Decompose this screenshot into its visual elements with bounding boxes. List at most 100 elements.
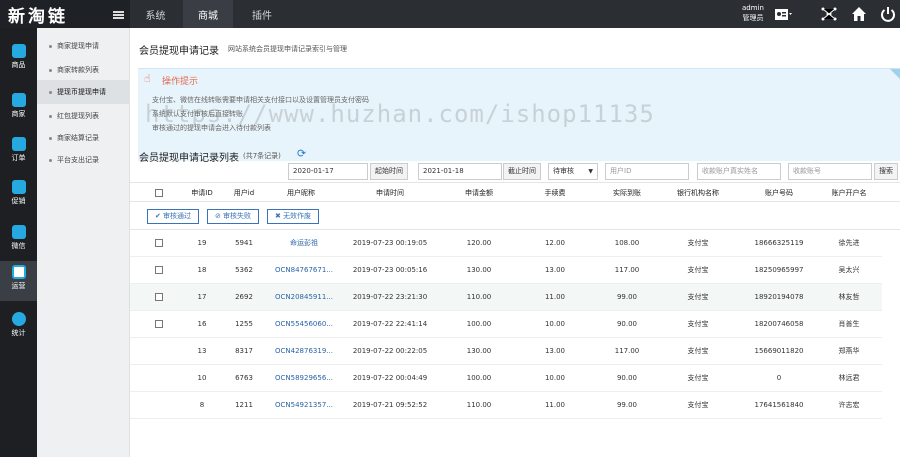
row-checkbox[interactable] <box>155 266 163 274</box>
cell-id: 17 <box>197 293 207 301</box>
col-header: 账户开户名 <box>831 189 867 197</box>
account-no-input[interactable]: 收款账号 <box>788 163 872 180</box>
cell-nick[interactable]: OCN84767671... <box>266 257 342 284</box>
cell-fee: 13.00 <box>544 266 566 274</box>
cell-amount: 120.00 <box>466 239 492 247</box>
tips-title: 操作提示 <box>162 77 199 87</box>
sidebar-item-orders[interactable]: 订单 <box>0 133 37 169</box>
table-row[interactable]: 16 1255 OCN55456060... 2019-07-22 22:41:14 1… <box>130 311 882 338</box>
account-name-input[interactable]: 收款账户真实姓名 <box>697 163 781 180</box>
select-all-checkbox[interactable] <box>155 189 163 197</box>
search-button[interactable]: 搜索 <box>874 163 898 180</box>
cell-fee: 11.00 <box>544 293 566 301</box>
start-date-input[interactable]: 2020-01-17 <box>288 163 368 180</box>
topnav-system[interactable]: 系统 <box>133 0 178 28</box>
row-checkbox[interactable] <box>155 293 163 301</box>
collapse-corner-icon[interactable] <box>890 69 900 79</box>
approve-label: 审核通过 <box>163 212 192 220</box>
power-icon[interactable] <box>879 5 897 23</box>
sidebar-item-promo[interactable]: 促销 <box>0 176 37 212</box>
end-date-input[interactable]: 2021-01-18 <box>418 163 502 180</box>
col-header: 用户昵称 <box>287 189 315 197</box>
batch-actions: ✔ 审核通过 ⊘ 审核失败 ✖ 无效作废 <box>130 204 900 230</box>
cell-actual: 117.00 <box>614 266 640 274</box>
cell-holder: 吴太兴 <box>838 266 860 274</box>
operation-icon <box>11 265 26 279</box>
submenu-item[interactable]: 商家提现申请 <box>37 34 130 58</box>
row-checkbox[interactable] <box>155 239 163 247</box>
table-row[interactable]: 19 5941 命运彭祖 2019-07-23 00:19:05 120.00 12.00… <box>130 230 882 257</box>
cell-id: 8 <box>199 401 205 409</box>
submenu-item[interactable]: 商家转款列表 <box>37 58 130 82</box>
cell-account: 18920194078 <box>754 293 804 301</box>
cell-amount: 110.00 <box>466 293 492 301</box>
sidebar-item-operation[interactable]: 运营 <box>0 261 37 301</box>
cell-nick[interactable]: OCN58929656... <box>266 365 342 392</box>
cell-nick[interactable]: 命运彭祖 <box>266 230 342 257</box>
refresh-icon[interactable]: ⟳ <box>297 147 306 160</box>
submenu: 商家提现申请 商家转款列表 提现币提现申请 红包提现列表 商家结算记录 平台支出… <box>37 28 130 457</box>
check-icon: ✔ <box>154 212 164 220</box>
order-icon <box>11 137 26 151</box>
cell-uid: 8317 <box>235 347 253 355</box>
cell-account: 18250965997 <box>754 266 804 274</box>
main-content: 会员提现申请记录 网站系统会员提现申请记录索引与管理 ☝ 操作提示 支付宝、微信… <box>130 28 900 457</box>
topnav-plugins[interactable]: 插件 <box>237 0 287 28</box>
submenu-item[interactable]: 商家结算记录 <box>37 126 130 150</box>
sidebar-label: 微信 <box>11 242 26 250</box>
profile-card-icon[interactable] <box>774 5 792 23</box>
cell-fee: 12.00 <box>544 239 566 247</box>
invalid-label: 无效作废 <box>283 212 312 220</box>
user-name: admin <box>742 4 764 12</box>
cell-uid: 1211 <box>235 401 253 409</box>
cell-account: 15669011820 <box>754 347 804 355</box>
sidebar-item-wechat[interactable]: 微信 <box>0 221 37 257</box>
wechat-icon <box>11 225 26 239</box>
cell-amount: 130.00 <box>466 266 492 274</box>
user-id-input[interactable]: 用户ID <box>605 163 689 180</box>
cell-time: 2019-07-22 23:21:30 <box>352 293 428 301</box>
cell-bank: 支付宝 <box>687 401 709 409</box>
page-title: 会员提现申请记录 <box>139 46 219 57</box>
table-row[interactable]: 17 2692 OCN20845911... 2019-07-22 23:21:30 1… <box>130 284 882 311</box>
status-select[interactable]: 待审核 ▼ <box>548 163 598 180</box>
invalid-button[interactable]: ✖ 无效作废 <box>267 209 319 224</box>
start-date-label: 起始时间 <box>370 163 408 180</box>
topnav-mall[interactable]: 商城 <box>183 0 233 28</box>
cell-id: 16 <box>197 320 207 328</box>
ban-icon: ⊘ <box>214 212 224 220</box>
table-row[interactable]: 10 6763 OCN58929656... 2019-07-22 00:04:49 1… <box>130 365 882 392</box>
table-row[interactable]: 13 8317 OCN42876319... 2019-07-22 00:22:05 1… <box>130 338 882 365</box>
submenu-item-active[interactable]: 提现币提现申请 <box>37 80 130 104</box>
shop-icon <box>11 93 26 107</box>
reject-button[interactable]: ⊘ 审核失败 <box>207 209 259 224</box>
home-icon[interactable] <box>850 5 868 23</box>
table-row[interactable]: 18 5362 OCN84767671... 2019-07-23 00:05:16 1… <box>130 257 882 284</box>
cell-amount: 100.00 <box>466 374 492 382</box>
user-info[interactable]: admin 管理员 <box>742 3 764 23</box>
col-header[interactable]: 申请ID <box>180 183 224 203</box>
table-scroll-area <box>882 230 900 457</box>
app-logo: 新淘链 <box>0 0 130 28</box>
cell-nick[interactable]: OCN20845911... <box>266 284 342 311</box>
cell-uid: 1255 <box>235 320 253 328</box>
cell-actual: 99.00 <box>616 401 638 409</box>
approve-button[interactable]: ✔ 审核通过 <box>147 209 199 224</box>
cell-nick[interactable]: OCN55456060... <box>266 311 342 338</box>
submenu-item[interactable]: 红包提现列表 <box>37 104 130 128</box>
cell-bank: 支付宝 <box>687 239 709 247</box>
submenu-item[interactable]: 平台支出记录 <box>37 148 130 172</box>
cell-nick[interactable]: OCN54921357... <box>266 392 342 419</box>
cell-id: 10 <box>197 374 207 382</box>
sidebar-item-stats[interactable]: 统计 <box>0 308 37 344</box>
cell-time: 2019-07-22 00:04:49 <box>352 374 428 382</box>
row-checkbox[interactable] <box>155 320 163 328</box>
sidebar-item-goods[interactable]: 商品 <box>0 40 37 76</box>
table-header: 申请ID 用户id 用户昵称 申请时间 申请金额 手续费 实际到账 银行机构名称… <box>130 182 900 202</box>
menu-toggle-icon[interactable] <box>113 11 124 19</box>
cell-uid: 2692 <box>235 293 253 301</box>
sidebar-item-shop[interactable]: 商家 <box>0 89 37 125</box>
cell-nick[interactable]: OCN42876319... <box>266 338 342 365</box>
network-icon[interactable] <box>820 5 838 23</box>
table-row[interactable]: 8 1211 OCN54921357... 2019-07-21 09:52:52 11… <box>130 392 882 419</box>
